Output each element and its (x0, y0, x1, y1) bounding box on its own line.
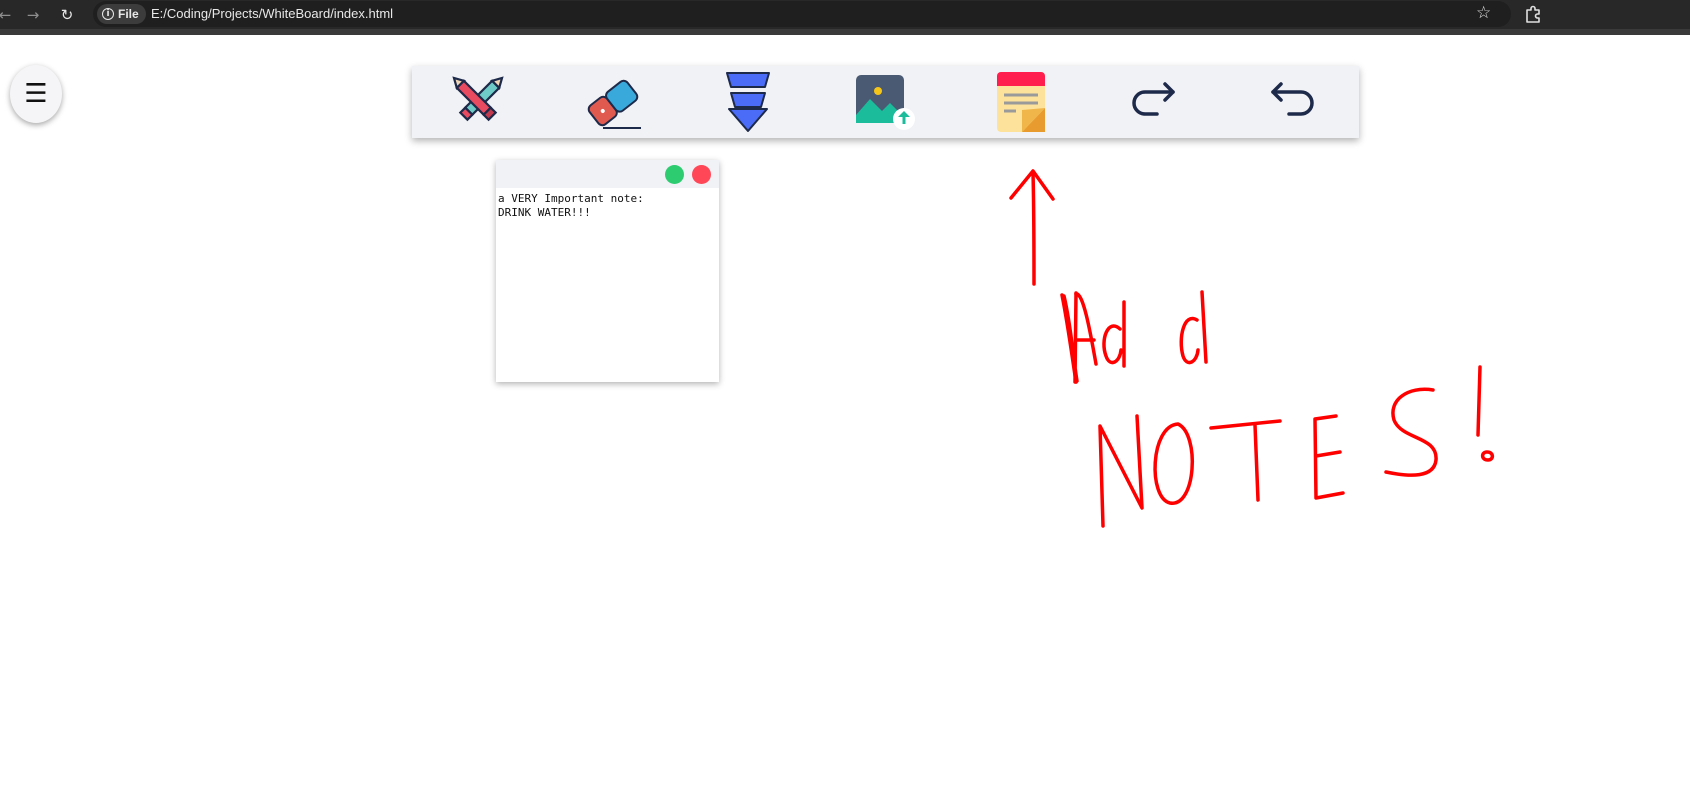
canvas-drawing[interactable] (0, 0, 1690, 791)
drawn-letter-s (1384, 387, 1438, 477)
drawn-letter-d1 (1102, 300, 1126, 368)
drawn-letter-o (1153, 422, 1194, 505)
drawn-letter-d2 (1179, 290, 1208, 365)
drawn-letter-t (1209, 419, 1282, 502)
drawn-letter-e (1313, 414, 1345, 500)
drawn-arrow-shaft (1031, 171, 1036, 286)
drawn-letter-n (1098, 414, 1144, 528)
drawn-exclamation-line (1476, 365, 1482, 437)
drawn-exclamation-dot (1480, 450, 1495, 462)
